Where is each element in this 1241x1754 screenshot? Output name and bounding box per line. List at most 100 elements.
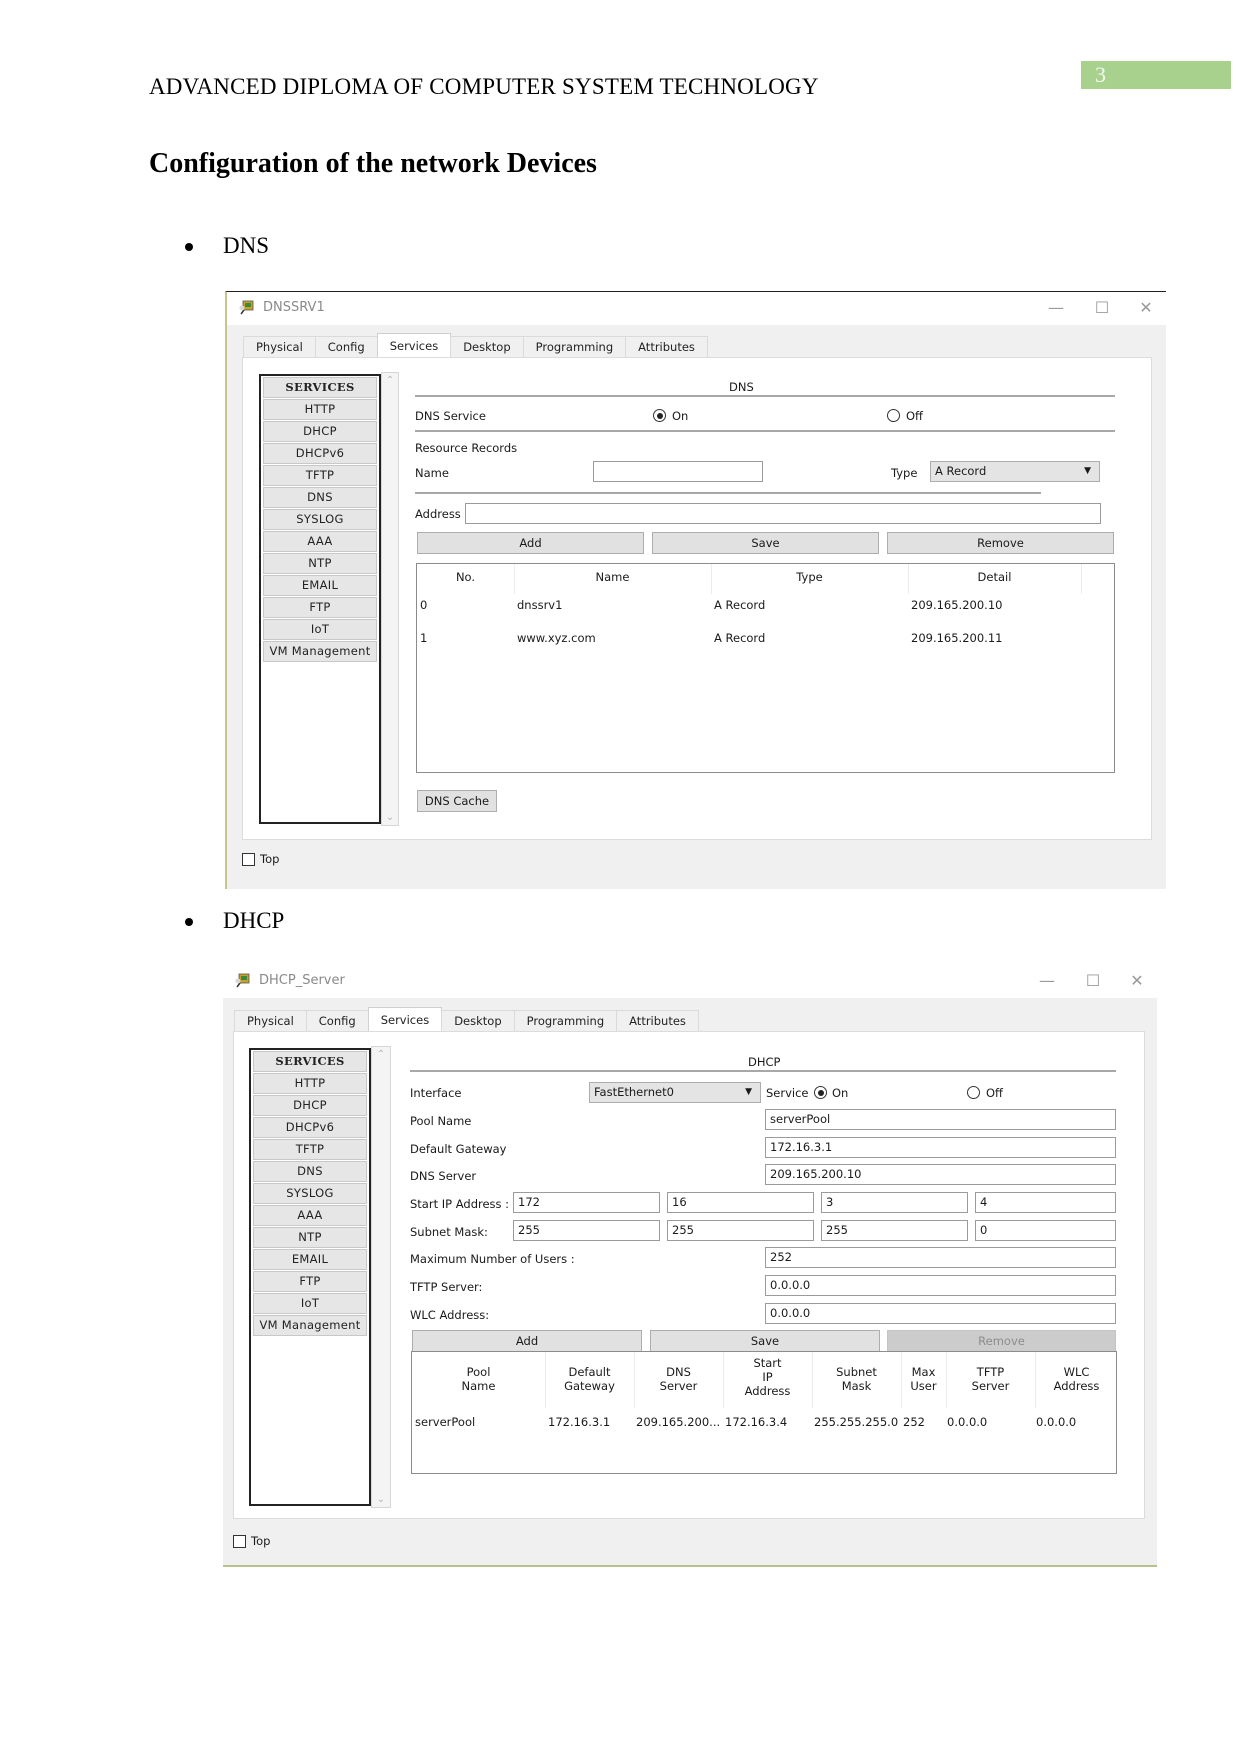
column-header-max-user[interactable]: Max User — [901, 1365, 946, 1393]
service-item-dns[interactable]: DNS — [253, 1161, 367, 1182]
tab-attributes[interactable]: Attributes — [616, 1010, 699, 1032]
close-button[interactable]: ✕ — [1134, 297, 1158, 319]
minimize-button[interactable]: — — [1035, 970, 1059, 992]
maximize-button[interactable]: ☐ — [1081, 970, 1105, 992]
column-header-dns-server[interactable]: DNS Server — [634, 1365, 723, 1393]
dns-service-off-label: Off — [906, 409, 923, 423]
cell-subnet-mask: 255.255.255.0 — [814, 1415, 899, 1429]
bullet-label: DNS — [223, 233, 270, 258]
service-item-dhcpv6[interactable]: DHCPv6 — [253, 1117, 367, 1138]
service-item-aaa[interactable]: AAA — [263, 531, 377, 552]
save-button[interactable]: Save — [652, 532, 879, 554]
tab-services[interactable]: Services — [367, 1007, 443, 1032]
start-ip-octet-1[interactable]: 172 — [513, 1192, 660, 1213]
tab-programming[interactable]: Programming — [513, 1010, 618, 1032]
service-item-aaa[interactable]: AAA — [253, 1205, 367, 1226]
start-ip-octet-2[interactable]: 16 — [667, 1192, 814, 1213]
service-item-ntp[interactable]: NTP — [253, 1227, 367, 1248]
top-checkbox[interactable] — [233, 1535, 246, 1548]
service-item-syslog[interactable]: SYSLOG — [253, 1183, 367, 1204]
service-item-ftp[interactable]: FTP — [263, 597, 377, 618]
minimize-button[interactable]: — — [1044, 297, 1068, 319]
dhcp-service-on-radio[interactable] — [814, 1086, 827, 1099]
add-button[interactable]: Add — [412, 1330, 642, 1352]
services-scrollbar[interactable]: ⌃ ⌄ — [371, 1046, 391, 1508]
service-item-http[interactable]: HTTP — [253, 1073, 367, 1094]
remove-button[interactable]: Remove — [887, 1330, 1116, 1352]
interface-select[interactable]: FastEthernet0 ▼ — [589, 1082, 761, 1103]
service-item-vm-management[interactable]: VM Management — [263, 641, 377, 662]
service-item-syslog[interactable]: SYSLOG — [263, 509, 377, 530]
max-users-input[interactable]: 252 — [765, 1247, 1116, 1268]
start-ip-octet-4[interactable]: 4 — [975, 1192, 1116, 1213]
record-name-input[interactable] — [593, 461, 763, 482]
tab-config[interactable]: Config — [314, 336, 378, 358]
tftp-server-label: TFTP Server: — [410, 1280, 483, 1294]
tab-physical[interactable]: Physical — [243, 336, 316, 358]
subnet-mask-octet-2[interactable]: 255 — [667, 1220, 814, 1241]
header-line: Server — [971, 1379, 1010, 1393]
column-header-pool-name[interactable]: Pool Name — [412, 1365, 545, 1393]
pool-name-input[interactable]: serverPool — [765, 1109, 1116, 1130]
default-gateway-input[interactable]: 172.16.3.1 — [765, 1137, 1116, 1158]
service-item-dns[interactable]: DNS — [263, 487, 377, 508]
top-checkbox[interactable] — [242, 853, 255, 866]
service-item-email[interactable]: EMAIL — [263, 575, 377, 596]
save-button[interactable]: Save — [650, 1330, 880, 1352]
column-header-name[interactable]: Name — [514, 570, 711, 584]
service-item-iot[interactable]: IoT — [253, 1293, 367, 1314]
services-scrollbar[interactable]: ⌃ ⌄ — [381, 372, 399, 826]
tab-services[interactable]: Services — [376, 333, 452, 358]
dhcp-service-off-radio[interactable] — [967, 1086, 980, 1099]
tab-config[interactable]: Config — [305, 1010, 369, 1032]
address-input[interactable] — [465, 503, 1101, 524]
interface-label: Interface — [410, 1086, 462, 1100]
record-type-select[interactable]: A Record ▼ — [930, 461, 1100, 482]
service-item-dhcpv6[interactable]: DHCPv6 — [263, 443, 377, 464]
column-header-default-gateway[interactable]: Default Gateway — [545, 1365, 634, 1393]
scroll-down-icon[interactable]: ⌄ — [382, 812, 398, 823]
scroll-up-icon[interactable]: ⌃ — [372, 1049, 390, 1060]
close-button[interactable]: ✕ — [1125, 970, 1149, 992]
tab-desktop[interactable]: Desktop — [450, 336, 524, 358]
wlc-address-input[interactable]: 0.0.0.0 — [765, 1303, 1116, 1324]
tab-desktop[interactable]: Desktop — [441, 1010, 515, 1032]
service-item-email[interactable]: EMAIL — [253, 1249, 367, 1270]
service-item-vm-management[interactable]: VM Management — [253, 1315, 367, 1336]
column-header-subnet-mask[interactable]: Subnet Mask — [812, 1365, 901, 1393]
service-item-iot[interactable]: IoT — [263, 619, 377, 640]
column-header-wlc-address[interactable]: WLC Address — [1035, 1365, 1118, 1393]
service-item-dhcp[interactable]: DHCP — [253, 1095, 367, 1116]
scroll-up-icon[interactable]: ⌃ — [382, 375, 398, 386]
header-line: WLC — [1063, 1365, 1090, 1379]
column-header-no[interactable]: No. — [417, 570, 514, 584]
tab-programming[interactable]: Programming — [522, 336, 627, 358]
tftp-server-input[interactable]: 0.0.0.0 — [765, 1275, 1116, 1296]
subnet-mask-octet-1[interactable]: 255 — [513, 1220, 660, 1241]
tab-physical[interactable]: Physical — [234, 1010, 307, 1032]
subnet-mask-octet-4[interactable]: 0 — [975, 1220, 1116, 1241]
service-item-ntp[interactable]: NTP — [263, 553, 377, 574]
column-header-start-ip[interactable]: Start IP Address — [723, 1356, 812, 1398]
dns-service-off-radio[interactable] — [887, 409, 900, 422]
column-header-tftp-server[interactable]: TFTP Server — [946, 1365, 1035, 1393]
column-header-detail[interactable]: Detail — [908, 570, 1081, 584]
tab-attributes[interactable]: Attributes — [625, 336, 708, 358]
scroll-down-icon[interactable]: ⌄ — [372, 1494, 390, 1505]
dns-service-on-radio[interactable] — [653, 409, 666, 422]
subnet-mask-octet-3[interactable]: 255 — [821, 1220, 968, 1241]
service-item-dhcp[interactable]: DHCP — [263, 421, 377, 442]
service-item-tftp[interactable]: TFTP — [263, 465, 377, 486]
add-button[interactable]: Add — [417, 532, 644, 554]
start-ip-octet-3[interactable]: 3 — [821, 1192, 968, 1213]
dns-server-input[interactable]: 209.165.200.10 — [765, 1164, 1116, 1185]
service-item-ftp[interactable]: FTP — [253, 1271, 367, 1292]
service-item-tftp[interactable]: TFTP — [253, 1139, 367, 1160]
address-label: Address — [415, 507, 461, 521]
maximize-button[interactable]: ☐ — [1090, 297, 1114, 319]
service-item-http[interactable]: HTTP — [263, 399, 377, 420]
cell-wlc-address: 0.0.0.0 — [1036, 1415, 1077, 1429]
dns-cache-button[interactable]: DNS Cache — [417, 790, 497, 812]
remove-button[interactable]: Remove — [887, 532, 1114, 554]
column-header-type[interactable]: Type — [711, 570, 908, 584]
